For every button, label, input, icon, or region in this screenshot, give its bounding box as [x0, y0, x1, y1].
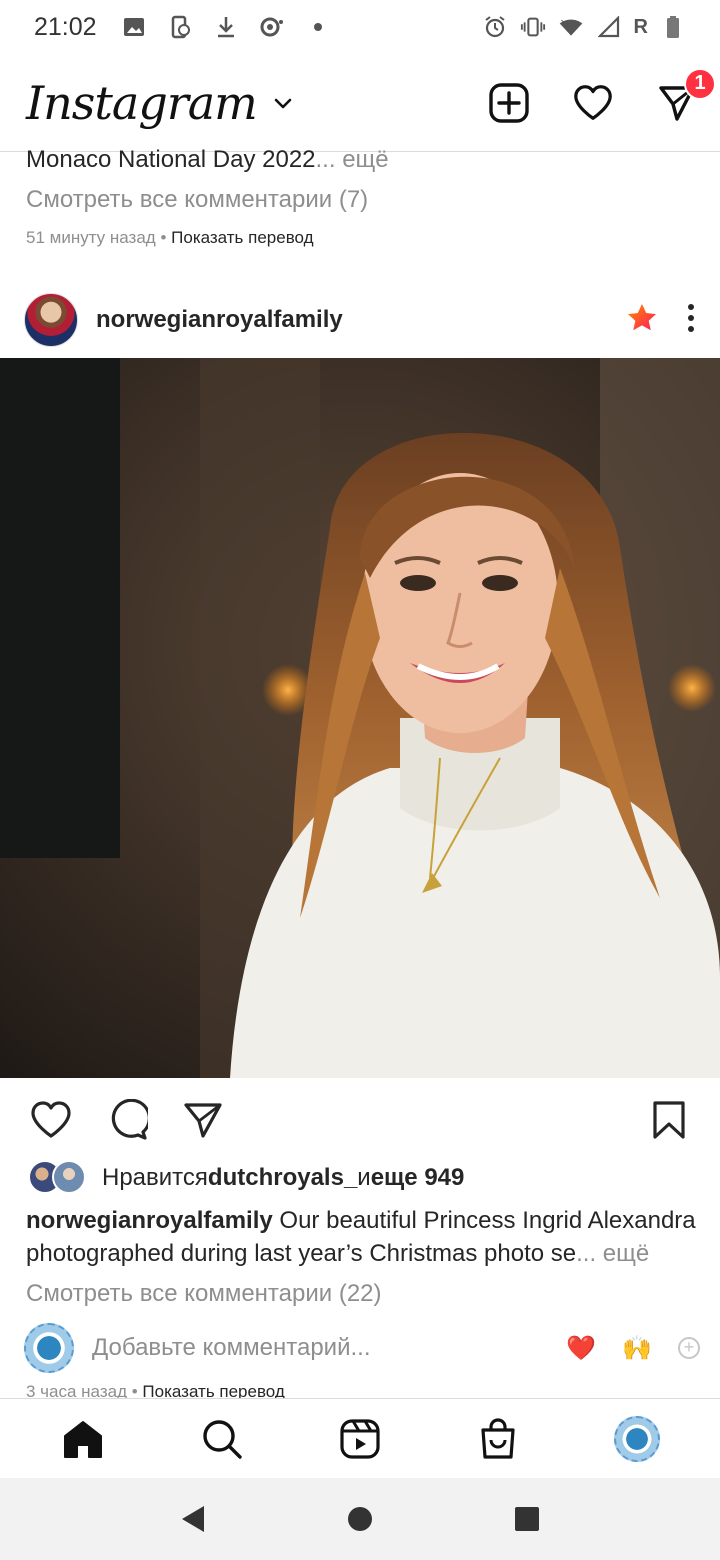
battery-icon [660, 14, 686, 40]
alarm-icon [482, 14, 508, 40]
post-photo[interactable] [0, 358, 720, 1078]
system-status-icons: R [482, 14, 686, 40]
download-icon [213, 14, 239, 40]
create-post-icon[interactable] [488, 82, 530, 124]
author-avatar[interactable] [24, 293, 78, 347]
portrait-photo-illustration [0, 358, 720, 1078]
back-triangle-icon[interactable] [173, 1499, 213, 1539]
caption-more-link[interactable]: ... ещё [576, 1240, 649, 1267]
post-caption: norwegianroyalfamily Our beautiful Princ… [26, 1204, 696, 1270]
profile-tab[interactable] [609, 1411, 665, 1467]
previous-caption-more-link[interactable]: ... ещё [316, 146, 389, 173]
status-bar: 21:02 R [0, 0, 720, 54]
add-reaction-icon[interactable]: + [678, 1337, 700, 1359]
previous-post-caption: Monaco National Day 2022... ещё [26, 146, 389, 174]
post-action-row [0, 1094, 720, 1146]
roaming-indicator: R [633, 15, 648, 38]
raising-hands-reaction[interactable]: 🙌 [622, 1334, 652, 1363]
messages-badge: 1 [684, 67, 716, 100]
likes-prefix: Нравится [102, 1164, 208, 1191]
post-options-icon[interactable] [686, 303, 696, 338]
like-heart-icon[interactable] [28, 1097, 74, 1143]
data-saver-icon [259, 14, 285, 40]
previous-view-comments-link[interactable]: Смотреть все комментарии (7) [26, 186, 368, 214]
liker-avatars [28, 1160, 90, 1196]
bottom-navigation [0, 1398, 720, 1478]
screen-rotate-icon [167, 14, 193, 40]
status-time: 21:02 [34, 12, 97, 41]
wifi-icon [558, 14, 584, 40]
previous-post-meta: 51 минуту назад • Показать перевод [26, 228, 314, 248]
post-header: norwegianroyalfamily [0, 284, 720, 356]
app-header: Instagram 1 [0, 54, 720, 152]
previous-translate-link[interactable]: Показать перевод [171, 228, 313, 247]
comment-bubble-icon[interactable] [104, 1097, 150, 1143]
current-user-avatar [24, 1323, 74, 1373]
system-navigation-bar [0, 1478, 720, 1560]
view-all-comments-link[interactable]: Смотреть все комментарии (22) [26, 1280, 382, 1308]
vibrate-icon [520, 14, 546, 40]
more-notifications-dot-icon [305, 14, 331, 40]
cell-signal-icon [596, 14, 622, 40]
share-paper-plane-icon[interactable] [180, 1097, 226, 1143]
author-username[interactable]: norwegianroyalfamily [96, 306, 343, 334]
favorites-star-icon [626, 302, 658, 339]
home-circle-icon[interactable] [340, 1499, 380, 1539]
red-heart-reaction[interactable]: ❤️ [566, 1334, 596, 1363]
likes-middle: и [357, 1164, 371, 1191]
reels-icon[interactable] [332, 1411, 388, 1467]
likes-summary[interactable]: Нравится dutchroyals_ и еще 949 [28, 1160, 464, 1196]
post-header-actions [626, 302, 696, 339]
add-comment-input[interactable]: Добавьте комментарий... [92, 1334, 370, 1362]
caption-username[interactable]: norwegianroyalfamily [26, 1207, 273, 1234]
previous-time-ago: 51 минуту назад [26, 228, 156, 247]
home-icon[interactable] [55, 1411, 111, 1467]
direct-messages-icon[interactable]: 1 [656, 67, 716, 124]
profile-avatar [613, 1415, 660, 1462]
instagram-logo[interactable]: Instagram [26, 76, 258, 130]
notification-icons [121, 14, 331, 40]
save-bookmark-icon[interactable] [646, 1097, 692, 1143]
activity-heart-icon[interactable] [572, 82, 614, 124]
add-comment-row: Добавьте комментарий... ❤️ 🙌 + [24, 1322, 700, 1374]
gallery-icon [121, 14, 147, 40]
meta-separator: • [155, 228, 172, 247]
quick-reactions: ❤️ 🙌 + [566, 1334, 700, 1363]
recents-square-icon[interactable] [507, 1499, 547, 1539]
header-actions: 1 [488, 67, 716, 124]
feed-switcher-chevron-icon[interactable] [271, 91, 295, 115]
previous-caption-text: Monaco National Day 2022 [26, 146, 316, 173]
shop-bag-icon[interactable] [470, 1411, 526, 1467]
liker-avatar [52, 1160, 86, 1194]
likes-count-link[interactable]: еще 949 [371, 1164, 465, 1192]
search-icon[interactable] [194, 1411, 250, 1467]
likes-user-link[interactable]: dutchroyals_ [208, 1164, 357, 1192]
